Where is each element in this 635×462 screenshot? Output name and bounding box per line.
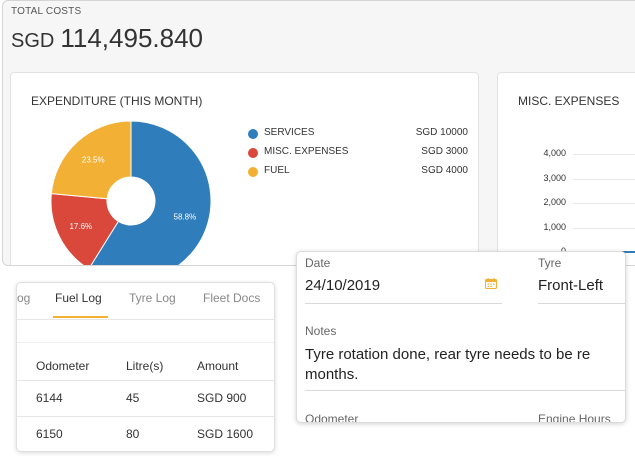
cell-amount: SGD 1600 <box>197 427 254 441</box>
legend-item-fuel: FUEL SGD 4000 <box>248 164 468 183</box>
legend-name: MISC. EXPENSES <box>264 146 349 157</box>
misc-expenses-panel: MISC. EXPENSES 4,000 3,000 2,000 1,000 0 <box>497 72 635 265</box>
column-header-litres: Litre(s) <box>126 359 164 373</box>
date-field-underline <box>305 303 502 304</box>
log-tabs-card: og Fuel Log Tyre Log Fleet Docs Odometer… <box>16 282 275 452</box>
expenditure-legend: SERVICES SGD 10000 MISC. EXPENSES SGD 30… <box>248 126 468 183</box>
y-tick-label: 3,000 <box>543 173 566 183</box>
grid-line <box>573 228 635 229</box>
legend-item-misc: MISC. EXPENSES SGD 3000 <box>248 145 468 164</box>
date-label: Date <box>305 256 331 270</box>
engine-hours-label: Engine Hours <box>538 412 611 423</box>
legend-value: SGD 4000 <box>421 165 468 176</box>
table-divider <box>17 342 274 343</box>
notes-field[interactable]: Tyre rotation done, rear tyre needs to b… <box>305 345 625 385</box>
legend-value: SGD 3000 <box>421 146 468 157</box>
grid-line <box>573 179 635 180</box>
column-header-amount: Amount <box>197 359 239 373</box>
total-costs-amount: 114,495.840 <box>60 23 204 53</box>
legend-name: SERVICES <box>264 127 315 138</box>
row-divider <box>17 380 274 381</box>
tab-fuel-log[interactable]: Fuel Log <box>55 291 102 305</box>
legend-dot-services <box>248 129 258 139</box>
column-header-odometer: Odometer <box>36 359 90 373</box>
notes-line: months. <box>305 366 359 383</box>
notes-line: Tyre rotation done, rear tyre needs to b… <box>305 346 591 363</box>
pie-slice-label: 17.6% <box>69 222 92 231</box>
tyre-label: Tyre <box>538 256 562 270</box>
legend-dot-fuel <box>248 167 258 177</box>
dashboard-summary: TOTAL COSTS SGD 114,495.840 EXPENDITURE (… <box>2 0 635 266</box>
cell-litres: 80 <box>126 427 140 441</box>
tyre-log-detail-card: Date 24/10/2019 Tyre Front-Left Notes Ty… <box>296 251 626 423</box>
tyre-field[interactable]: Front-Left <box>538 277 603 294</box>
notes-field-underline <box>305 390 625 391</box>
tabs-divider <box>17 319 274 320</box>
tyre-field-underline <box>538 303 625 304</box>
odometer-label: Odometer <box>305 412 359 423</box>
expenditure-pie-chart: 58.8% 17.6% 23.5% <box>51 121 211 265</box>
y-tick-label: 2,000 <box>543 197 566 207</box>
tab-fleet-docs[interactable]: Fleet Docs <box>203 291 260 305</box>
legend-dot-misc <box>248 148 258 158</box>
grid-line <box>573 154 635 155</box>
row-divider <box>17 416 274 417</box>
cell-amount: SGD 900 <box>197 391 247 405</box>
total-costs-value: SGD 114,495.840 <box>11 23 203 54</box>
y-tick-label: 4,000 <box>543 148 566 158</box>
expenditure-panel: EXPENDITURE (THIS MONTH) 58.8% 17.6% 23.5%… <box>10 72 479 265</box>
pie-slice-label: 58.8% <box>174 212 197 221</box>
cell-litres: 45 <box>126 391 140 405</box>
tab-log[interactable]: og <box>17 291 30 305</box>
legend-name: FUEL <box>264 165 290 176</box>
cell-odometer: 6144 <box>36 391 63 405</box>
total-costs-label: TOTAL COSTS <box>11 6 82 17</box>
cell-odometer: 6150 <box>36 427 63 441</box>
notes-label: Notes <box>305 324 337 338</box>
misc-expenses-title: MISC. EXPENSES <box>518 94 620 108</box>
total-costs-currency: SGD <box>11 30 55 52</box>
date-field[interactable]: 24/10/2019 <box>305 277 380 294</box>
tab-tyre-log[interactable]: Tyre Log <box>129 291 176 305</box>
grid-line <box>573 203 635 204</box>
y-tick-label: 1,000 <box>543 222 566 232</box>
legend-value: SGD 10000 <box>415 127 468 138</box>
legend-item-services: SERVICES SGD 10000 <box>248 126 468 145</box>
expenditure-title: EXPENDITURE (THIS MONTH) <box>31 94 203 108</box>
calendar-icon[interactable] <box>485 278 497 289</box>
active-tab-indicator <box>53 316 108 318</box>
pie-slice-label: 23.5% <box>82 156 105 165</box>
